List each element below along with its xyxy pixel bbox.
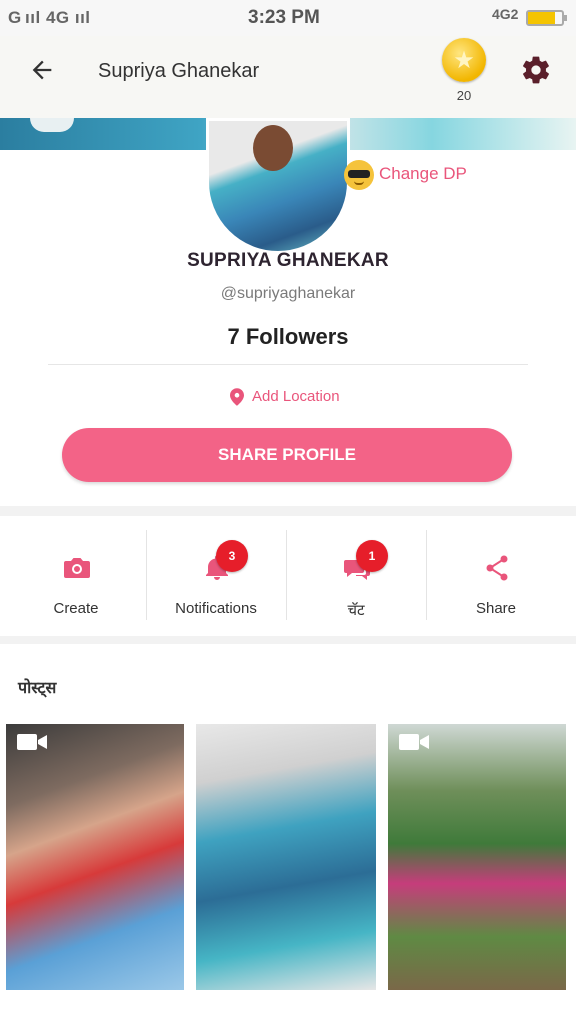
action-bar: Create 3 Notifications 1 चॅट Share (0, 516, 576, 636)
share-icon (486, 555, 508, 581)
app-bar: Supriya Ghanekar ★ 20 (0, 36, 576, 118)
chat-badge: 1 (356, 540, 388, 572)
video-camera-icon (17, 734, 47, 750)
create-button[interactable]: Create (6, 516, 146, 636)
location-pin-icon (230, 388, 244, 406)
battery-icon (526, 10, 567, 26)
page-title: Supriya Ghanekar (98, 60, 260, 82)
coin-count: 20 (456, 88, 472, 103)
coin-icon[interactable]: ★ (442, 38, 486, 82)
avatar[interactable] (206, 118, 350, 254)
post-thumbnail[interactable] (6, 724, 184, 990)
sunglasses-emoji-icon (344, 160, 374, 190)
share-button[interactable]: Share (426, 516, 566, 636)
profile-name: SUPRIYA GHANEKAR (187, 250, 389, 271)
chat-label: चॅट (347, 602, 365, 619)
followers-count[interactable]: 7 Followers (0, 324, 576, 350)
posts-section: पोस्ट्स (0, 644, 576, 1024)
network-indicator: 4G2 (492, 6, 519, 22)
share-label: Share (475, 600, 517, 617)
notification-badge: 3 (216, 540, 248, 572)
notifications-button[interactable]: 3 Notifications (146, 516, 286, 636)
signal-indicator: G ııl 4G ııl (8, 8, 91, 27)
profile-card: Change DP SUPRIYA GHANEKAR @supriyaghane… (0, 118, 576, 506)
status-bar: G ııl 4G ııl 3:23 PM 4G2 (0, 0, 576, 36)
change-dp-label: Change DP (379, 164, 467, 183)
notifications-label: Notifications (175, 600, 257, 617)
camera-icon (64, 558, 90, 578)
share-profile-button[interactable]: SHARE PROFILE (62, 428, 512, 482)
post-thumbnail[interactable] (196, 724, 376, 990)
video-camera-icon (399, 734, 429, 750)
posts-heading: पोस्ट्स (18, 680, 57, 697)
profile-handle: @supriyaghanekar (220, 285, 356, 302)
divider (48, 364, 528, 365)
back-arrow-icon[interactable] (28, 56, 56, 84)
chat-button[interactable]: 1 चॅट (286, 516, 426, 636)
status-time: 3:23 PM (248, 7, 320, 28)
add-location-label: Add Location (252, 388, 340, 405)
create-label: Create (53, 600, 99, 617)
post-thumbnail[interactable] (388, 724, 566, 990)
gear-icon[interactable] (520, 54, 552, 86)
